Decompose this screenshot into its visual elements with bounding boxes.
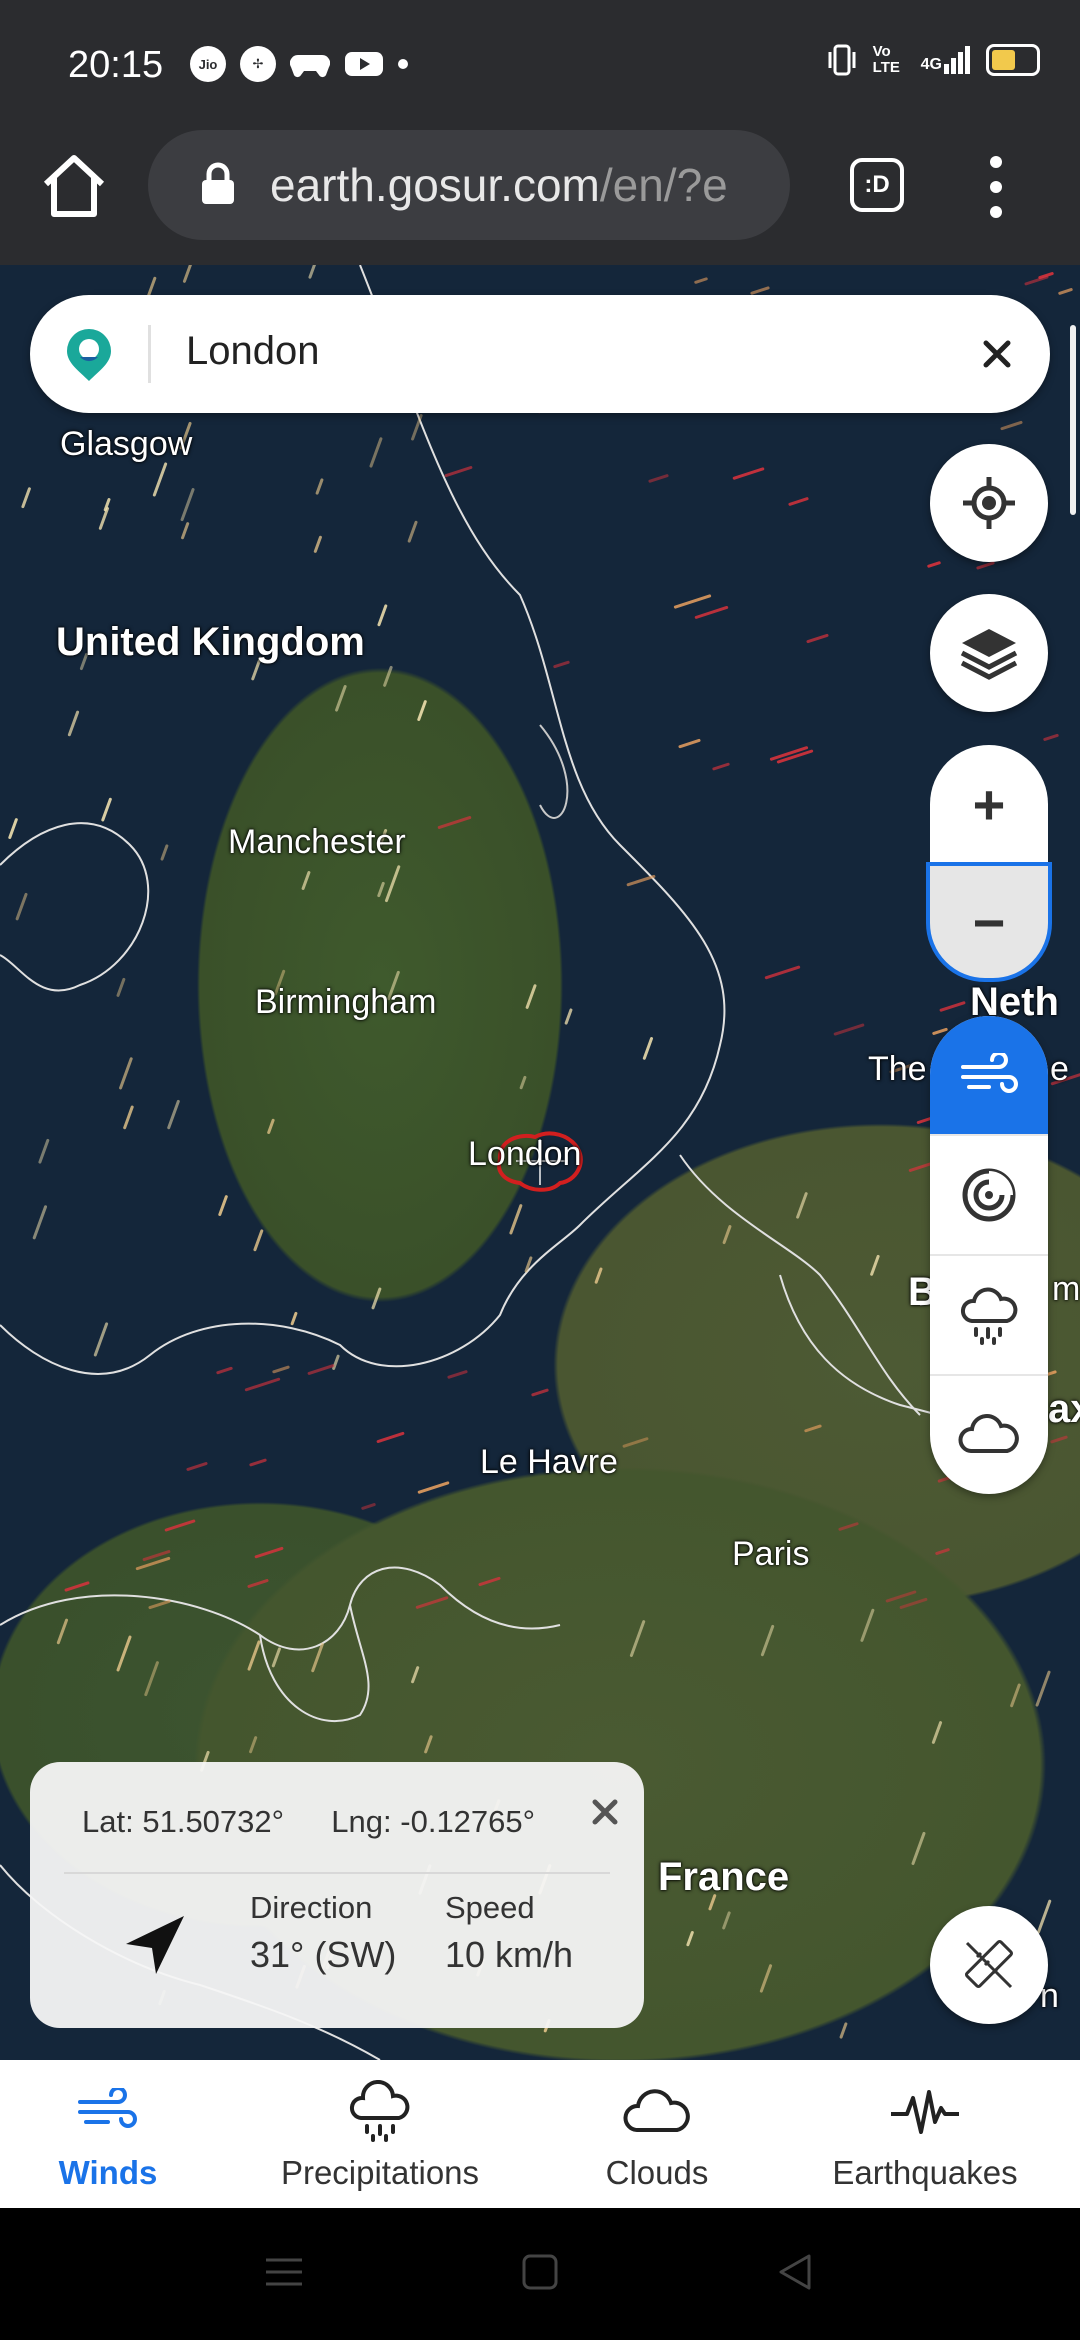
search-bar[interactable]: London — [30, 295, 1050, 413]
signal-4g-icon: 4G — [921, 46, 970, 74]
wind-layer-button[interactable] — [930, 1016, 1048, 1134]
nav-label-winds: Winds — [58, 2154, 158, 2191]
map-label-france: France — [658, 1855, 790, 1899]
weather-layer-toggles — [930, 1016, 1048, 1494]
direction-label: Direction — [250, 1890, 373, 1925]
map-label-paris: Paris — [732, 1535, 810, 1573]
speed-value: 10 km/h — [445, 1934, 574, 1975]
search-divider — [148, 325, 151, 383]
status-time: 20:15 — [68, 44, 164, 86]
vibrate-icon — [828, 44, 856, 76]
zoom-out-label: − — [972, 890, 1006, 954]
zoom-in-button[interactable]: + — [930, 745, 1048, 863]
map-label-manchester: Manchester — [228, 823, 406, 861]
card-divider — [64, 1872, 610, 1874]
rain-cloud-icon — [350, 2080, 410, 2142]
cloud-layer-button[interactable] — [930, 1376, 1048, 1494]
radar-icon — [962, 1168, 1016, 1222]
status-system-icons: Vo LTE 4G — [827, 44, 1040, 76]
tabs-button[interactable]: :D — [850, 158, 904, 212]
nav-item-winds[interactable]: Winds — [28, 2060, 188, 2208]
cloud-icon — [623, 2089, 690, 2132]
zoom-out-button[interactable]: − — [926, 862, 1052, 982]
nav-item-earthquakes[interactable]: Earthquakes — [825, 2060, 1025, 2208]
gamepad-icon — [290, 54, 330, 78]
speed-label: Speed — [445, 1890, 535, 1925]
map-label-suffix-partial: e — [1050, 1050, 1069, 1088]
dot-icon — [398, 59, 408, 69]
nav-item-clouds[interactable]: Clouds — [577, 2060, 737, 2208]
zoom-controls: + − — [926, 745, 1052, 982]
volte-icon: Vo LTE — [872, 43, 900, 76]
search-input[interactable]: London — [186, 329, 319, 374]
map-label-united-kingdom: United Kingdom — [56, 620, 365, 664]
nav-label-clouds: Clouds — [605, 2154, 709, 2191]
radar-layer-button[interactable] — [930, 1136, 1048, 1254]
my-location-button[interactable] — [930, 444, 1048, 562]
nav-item-precipitations[interactable]: Precipitations — [270, 2060, 490, 2208]
url-text: earth.gosur.com/en/?e — [270, 158, 770, 212]
url-bar[interactable]: earth.gosur.com/en/?e — [148, 130, 790, 240]
status-bar: 20:15 Jio ✢ Vo LTE 4G — [0, 0, 1080, 130]
lat-value: 51.50732° — [142, 1804, 285, 1839]
map-label-le-havre: Le Havre — [480, 1443, 618, 1481]
close-icon[interactable] — [970, 327, 1024, 381]
zoom-in-label: + — [972, 772, 1006, 836]
network-type-text: 4G — [920, 56, 942, 73]
map-label-london: London — [468, 1135, 582, 1173]
battery-icon — [986, 44, 1040, 76]
close-icon[interactable] — [583, 1790, 627, 1834]
wind-icon — [78, 2088, 137, 2128]
wind-direction-arrow-icon — [126, 1916, 184, 1974]
nav-label-precipitations: Precipitations — [280, 2154, 480, 2191]
coordinates-readout: Lat: 51.50732° Lng: -0.12765° — [82, 1804, 535, 1840]
system-navigation-bar — [0, 2208, 1080, 2340]
map-label-m-partial: m — [1052, 1270, 1080, 1308]
map-label-glasgow: Glasgow — [60, 425, 193, 463]
nav-label-earthquakes: Earthquakes — [832, 2154, 1018, 2191]
rain-layer-button[interactable] — [930, 1256, 1048, 1374]
more-menu-icon[interactable] — [978, 152, 1014, 222]
status-notification-icons: Jio ✢ — [190, 46, 408, 82]
lng-label: Lng: — [331, 1804, 392, 1839]
ruler-pencil-icon — [964, 1939, 1014, 1989]
map-label-birmingham: Birmingham — [255, 983, 437, 1021]
home-icon[interactable] — [38, 150, 110, 222]
browser-toolbar: earth.gosur.com/en/?e :D — [0, 130, 1080, 265]
url-path: /en/?e — [599, 159, 728, 211]
crosshair-icon — [963, 477, 1015, 529]
layers-icon — [960, 629, 1018, 680]
home-nav-icon[interactable] — [520, 2252, 560, 2292]
page-scrollbar[interactable] — [1070, 325, 1076, 515]
youtube-icon — [345, 52, 383, 76]
map-layers-button[interactable] — [930, 594, 1048, 712]
bottom-navigation: Winds Precipitations Clouds Earthquakes — [0, 2060, 1080, 2208]
battery-fill — [992, 50, 1016, 70]
measure-distance-button[interactable] — [930, 1906, 1048, 2024]
back-icon[interactable] — [775, 2252, 815, 2292]
fan-icon: ✢ — [240, 46, 276, 82]
direction-value: 31° (SW) — [250, 1934, 397, 1975]
seismograph-icon — [891, 2090, 959, 2134]
jio-icon: Jio — [190, 46, 226, 82]
map-label-the-hague-partial: The — [868, 1050, 927, 1088]
lock-icon — [202, 162, 234, 204]
map-label-luxembourg-partial: ax — [1048, 1387, 1080, 1431]
rain-cloud-icon — [961, 1287, 1018, 1345]
url-domain: earth.gosur.com — [270, 159, 600, 211]
lat-label: Lat: — [82, 1804, 134, 1839]
location-info-card: Lat: 51.50732° Lng: -0.12765° Direction … — [30, 1762, 644, 2028]
cloud-icon — [958, 1414, 1019, 1453]
wind-icon — [961, 1053, 1018, 1093]
recents-icon[interactable] — [262, 2252, 306, 2292]
lng-value: -0.12765° — [400, 1804, 536, 1839]
location-pin-logo-icon — [67, 329, 111, 381]
